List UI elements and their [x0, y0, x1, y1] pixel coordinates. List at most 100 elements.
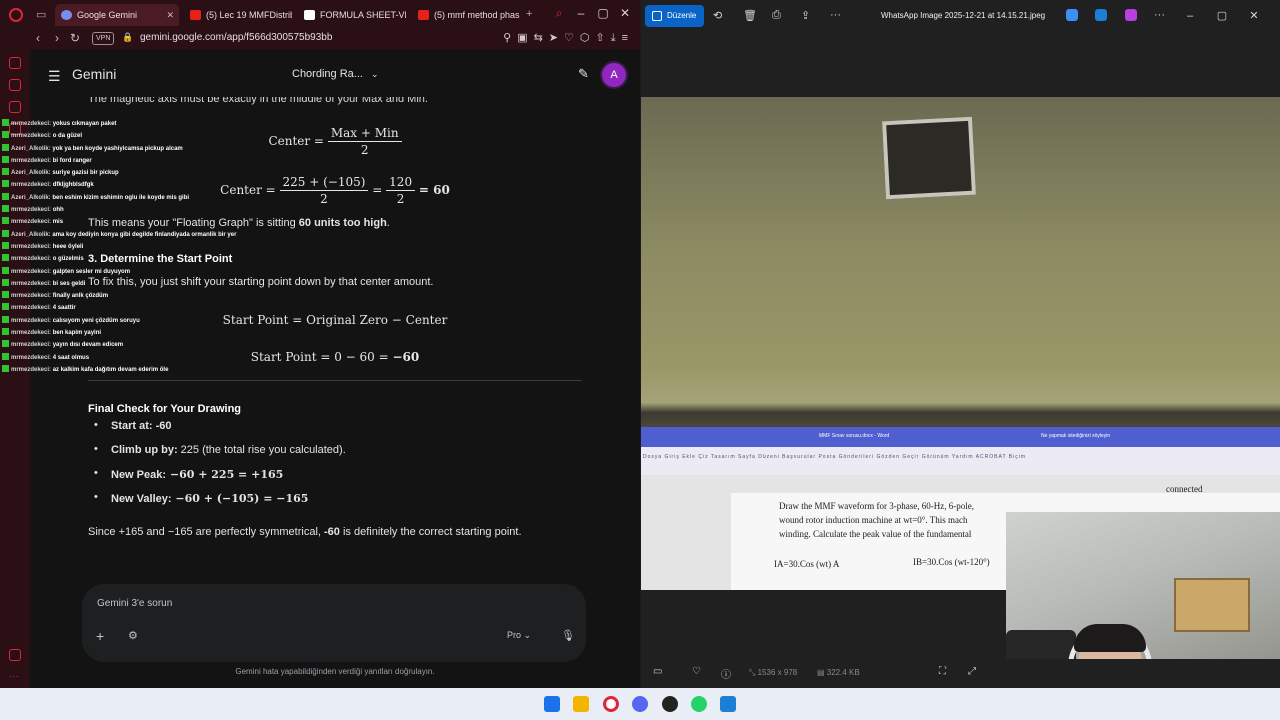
search-tabs-icon[interactable]: ⌕ [548, 6, 570, 21]
tab-google-gemini[interactable]: Google Gemini ✕ [55, 4, 179, 26]
photos-editor-icon[interactable] [1095, 9, 1107, 21]
window-controls: ⌕ – ▢ ✕ [548, 6, 636, 21]
chat-text: ama koy dediyin konya gibi degilde finla… [52, 231, 237, 238]
file-title: WhatsApp Image 2025-12-21 at 14.15.21.jp… [881, 11, 1046, 20]
dimensions-text: 1536 x 978 [757, 668, 798, 677]
forward-icon[interactable]: › [55, 31, 59, 45]
gemini-brand[interactable]: Gemini [72, 66, 116, 82]
image-dimensions: ⤡ 1536 x 978 [749, 668, 798, 677]
tab-label: (5) Lec 19 MMFDistrib [206, 10, 292, 20]
sidebar-aria-icon[interactable] [9, 57, 21, 69]
minimize-icon[interactable]: – [1174, 10, 1206, 22]
whatsapp-icon[interactable] [691, 696, 707, 712]
eq-lhs: Center = [220, 183, 276, 197]
copilot-icon[interactable] [1066, 9, 1078, 21]
chat-badge-icon [2, 229, 9, 237]
text: Since +165 and −165 are perfectly symmet… [88, 526, 325, 538]
fullscreen-icon[interactable]: ⤢ [968, 666, 976, 677]
favorite-icon[interactable]: ♡ [692, 666, 701, 677]
discord-icon[interactable] [632, 696, 648, 712]
chat-text: dfkljghblsdfgk [52, 182, 94, 189]
chat-text: mis [52, 219, 64, 226]
chat-message: mrmezdekeci: heee öyleli [2, 241, 217, 253]
microphone-icon[interactable]: 🎙 [561, 629, 575, 642]
prompt-composer[interactable]: Gemini 3'e sorun + ⚙ Pro ⌄ 🎙 [82, 584, 586, 662]
sidebar-whatsapp-icon[interactable] [9, 101, 21, 113]
doc-equation: IB=30.Cos (wt-120°) [913, 557, 990, 567]
chat-message: mrmezdekeci: az kalkim kafa dağıtım deva… [2, 364, 217, 376]
info-icon[interactable]: ⓘ [721, 666, 731, 681]
tab-label: FORMULA SHEET-VE [320, 10, 406, 20]
bullet-value: −60 + (−105) = −165 [171, 492, 309, 505]
chat-text: suriye gazisi bir pickup [52, 170, 119, 177]
add-attachment-icon[interactable]: + [96, 628, 104, 644]
more-options-icon[interactable]: ··· [830, 9, 841, 21]
tools-icon[interactable]: ⚙ [128, 629, 138, 642]
steam-icon[interactable] [662, 696, 678, 712]
word-search: Ne yapmak istediğinizi söyleyin [1041, 433, 1111, 439]
clipchamp-icon[interactable] [1125, 9, 1137, 21]
bullet-value: −60 + 225 = +165 [166, 468, 284, 481]
print-icon[interactable]: ⎙ [772, 9, 781, 22]
edit-button[interactable]: Düzenle [645, 5, 705, 27]
eq-result: = 60 [418, 183, 450, 197]
chat-text: yayın dısı devam edicem [52, 342, 124, 349]
photos-icon[interactable] [720, 696, 736, 712]
tab-bar: ▭ Google Gemini ✕ (5) Lec 19 MMFDistrib … [0, 0, 640, 29]
delete-icon[interactable]: 🗑 [743, 9, 757, 22]
file-explorer-icon[interactable] [573, 696, 589, 712]
sidebar-more-icon[interactable]: ··· [9, 671, 21, 683]
tab-mmf-method[interactable]: (5) mmf method phas [412, 4, 520, 26]
taskbar [0, 688, 1280, 720]
minimize-icon[interactable]: – [570, 6, 592, 20]
avatar[interactable]: A [602, 63, 626, 87]
rotate-icon[interactable]: ⟲ [713, 9, 722, 22]
model-selector[interactable]: Pro ⌄ [507, 630, 531, 641]
prompt-input[interactable]: Gemini 3'e sorun [97, 598, 172, 609]
chat-username: mrmezdekeci: [11, 207, 52, 214]
more-options-icon[interactable]: ··· [1154, 9, 1165, 21]
tab-manager-icon[interactable]: ▭ [36, 8, 46, 21]
chat-badge-icon [2, 328, 9, 336]
address-bar-icons[interactable]: ⚲▣⇆➤♡⬡⇧⤓≡ [503, 31, 634, 45]
gemini-top-nav: ☰ Gemini Chording Ra... ⌄ ✎ A [30, 49, 640, 99]
chat-username: mrmezdekeci: [11, 157, 52, 164]
doc-line: wound rotor induction machine at wt=0°. … [779, 515, 968, 525]
new-chat-icon[interactable]: ✎ [578, 66, 589, 82]
close-window-icon[interactable]: ✕ [1238, 9, 1270, 22]
lock-icon[interactable]: 🔒 [122, 32, 133, 43]
chat-badge-icon [2, 364, 9, 372]
close-window-icon[interactable]: ✕ [614, 6, 636, 20]
tab-label: Google Gemini [77, 10, 138, 20]
maximize-icon[interactable]: ▢ [1206, 9, 1238, 22]
reload-icon[interactable]: ↻ [70, 31, 80, 45]
close-tab-icon[interactable]: ✕ [166, 4, 174, 26]
back-icon[interactable]: ‹ [36, 31, 40, 45]
sidebar-gx-icon[interactable] [9, 649, 21, 661]
opera-logo-icon[interactable] [9, 8, 23, 22]
chat-badge-icon [2, 155, 9, 163]
opera-gx-icon[interactable] [603, 696, 619, 712]
fit-icon[interactable]: ⛶ [939, 666, 946, 677]
viewer-status-bar: ▭ ♡ ⓘ ⤡ 1536 x 978 ▤ 322.4 KB ⛶ ⤢ [641, 659, 1280, 688]
list-item: Start at: -60 [94, 419, 346, 444]
chat-username: Azeri_Alkolik: [11, 170, 51, 177]
menu-icon[interactable]: ☰ [48, 68, 61, 85]
sidebar-messenger-icon[interactable] [9, 79, 21, 91]
tab-formula-sheet[interactable]: FORMULA SHEET-VE [298, 4, 406, 26]
numerator: Max + Min [327, 126, 402, 142]
bullet-value: -60 [152, 420, 172, 432]
start-icon[interactable] [544, 696, 560, 712]
chat-message: mrmezdekeci: bi ford ranger [2, 155, 217, 167]
final-check-heading: Final Check for Your Drawing [88, 403, 242, 415]
filmstrip-icon[interactable]: ▭ [653, 666, 662, 677]
chat-message: mrmezdekeci: mis [2, 216, 217, 228]
chat-title-dropdown[interactable]: Chording Ra... ⌄ [292, 68, 378, 80]
tab-lec19[interactable]: (5) Lec 19 MMFDistrib [184, 4, 292, 26]
share-icon[interactable]: ⇪ [801, 9, 810, 22]
maximize-icon[interactable]: ▢ [592, 6, 614, 20]
vpn-badge[interactable]: VPN [92, 32, 115, 45]
new-tab-icon[interactable]: + [526, 8, 532, 20]
chat-badge-icon [2, 303, 9, 311]
url-field[interactable]: gemini.google.com/app/f566d300575b93bb [140, 32, 332, 43]
